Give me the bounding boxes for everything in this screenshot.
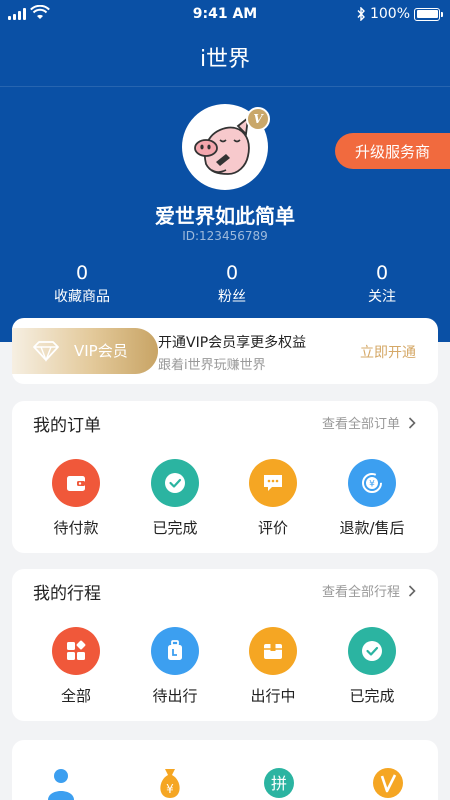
trip-label: 全部 bbox=[60, 687, 91, 705]
vip-banner[interactable]: VIP会员 开通VIP会员享更多权益 跟着i世界玩赚世界 立即开通 bbox=[12, 318, 438, 384]
stat-fans[interactable]: 0 粉丝 bbox=[172, 262, 292, 306]
vip-subtitle: 跟着i世界玩赚世界 bbox=[158, 358, 266, 373]
chevron-right-icon bbox=[408, 416, 416, 429]
view-all-trips-label: 查看全部行程 bbox=[321, 585, 400, 600]
trip-label: 已完成 bbox=[349, 687, 395, 705]
services-card: ¥ 拼 bbox=[12, 740, 438, 800]
order-review[interactable]: 评价 bbox=[218, 459, 328, 538]
order-refund[interactable]: ¥ 退款/售后 bbox=[317, 459, 427, 538]
battery-level bbox=[416, 10, 438, 18]
check-circle-icon bbox=[348, 627, 396, 675]
trip-label: 待出行 bbox=[152, 687, 198, 705]
grid-icon bbox=[52, 627, 100, 675]
status-bar: 9:41 AM 100% bbox=[0, 0, 450, 30]
vip-open-button[interactable]: 立即开通 bbox=[360, 342, 416, 362]
trip-upcoming[interactable]: 待出行 bbox=[120, 627, 230, 706]
profile-header: 9:41 AM 100% i世界 V 升级服务商 爱世界如此简单 ID:1234… bbox=[0, 0, 450, 342]
group-buy-icon[interactable]: 拼 bbox=[263, 766, 295, 800]
diamond-icon bbox=[33, 341, 59, 362]
refund-icon: ¥ bbox=[348, 459, 396, 507]
v-coin-icon[interactable] bbox=[372, 766, 404, 800]
wallet-icon bbox=[52, 459, 100, 507]
stat-value: 0 bbox=[225, 262, 239, 284]
trip-ongoing[interactable]: 出行中 bbox=[218, 627, 328, 706]
user-id: ID:123456789 bbox=[182, 229, 268, 243]
view-all-orders-link[interactable]: 查看全部订单 bbox=[322, 413, 416, 432]
user-icon[interactable] bbox=[45, 766, 77, 800]
view-all-trips-link[interactable]: 查看全部行程 bbox=[322, 581, 416, 600]
money-bag-icon[interactable]: ¥ bbox=[154, 766, 186, 800]
stat-label: 关注 bbox=[368, 289, 396, 305]
orders-title: 我的订单 bbox=[33, 416, 101, 436]
trip-all[interactable]: 全部 bbox=[21, 627, 131, 706]
order-completed[interactable]: 已完成 bbox=[120, 459, 230, 538]
trip-label: 出行中 bbox=[250, 687, 296, 705]
vip-title: 开通VIP会员享更多权益 bbox=[158, 335, 307, 351]
orders-card: 我的订单 查看全部订单 待付款 已完成 评价 ¥ 退款/售后 bbox=[12, 401, 438, 553]
chevron-right-icon bbox=[408, 584, 416, 597]
stat-value: 0 bbox=[375, 262, 389, 284]
stat-favorites[interactable]: 0 收藏商品 bbox=[22, 262, 142, 306]
view-all-orders-label: 查看全部订单 bbox=[321, 417, 400, 432]
vip-pill: VIP会员 bbox=[12, 328, 158, 374]
order-label: 退款/售后 bbox=[339, 519, 405, 537]
order-pending-payment[interactable]: 待付款 bbox=[21, 459, 131, 538]
vip-badge: V bbox=[246, 107, 270, 131]
stat-label: 粉丝 bbox=[218, 289, 246, 305]
trips-card: 我的行程 查看全部行程 全部 待出行 出行中 已完成 bbox=[12, 569, 438, 721]
svg-text:¥: ¥ bbox=[369, 480, 375, 490]
order-label: 已完成 bbox=[152, 519, 198, 537]
comment-icon bbox=[249, 459, 297, 507]
title-divider bbox=[0, 86, 450, 87]
stat-following[interactable]: 0 关注 bbox=[322, 262, 442, 306]
stat-value: 0 bbox=[75, 262, 89, 284]
trip-completed[interactable]: 已完成 bbox=[317, 627, 427, 706]
stat-label: 收藏商品 bbox=[54, 289, 110, 305]
svg-text:¥: ¥ bbox=[166, 782, 174, 796]
battery-icon bbox=[414, 7, 443, 21]
order-label: 评价 bbox=[257, 519, 288, 537]
package-icon bbox=[249, 627, 297, 675]
page-title: i世界 bbox=[199, 47, 251, 72]
upgrade-provider-button[interactable]: 升级服务商 bbox=[335, 133, 450, 169]
battery-percent: 100% bbox=[369, 6, 410, 22]
order-label: 待付款 bbox=[53, 519, 99, 537]
bluetooth-icon bbox=[357, 7, 365, 21]
trips-title: 我的行程 bbox=[33, 584, 101, 604]
vip-pill-label: VIP会员 bbox=[74, 342, 128, 360]
luggage-icon bbox=[151, 627, 199, 675]
check-circle-icon bbox=[151, 459, 199, 507]
group-buy-label: 拼 bbox=[271, 774, 287, 793]
username: 爱世界如此简单 bbox=[155, 204, 295, 228]
